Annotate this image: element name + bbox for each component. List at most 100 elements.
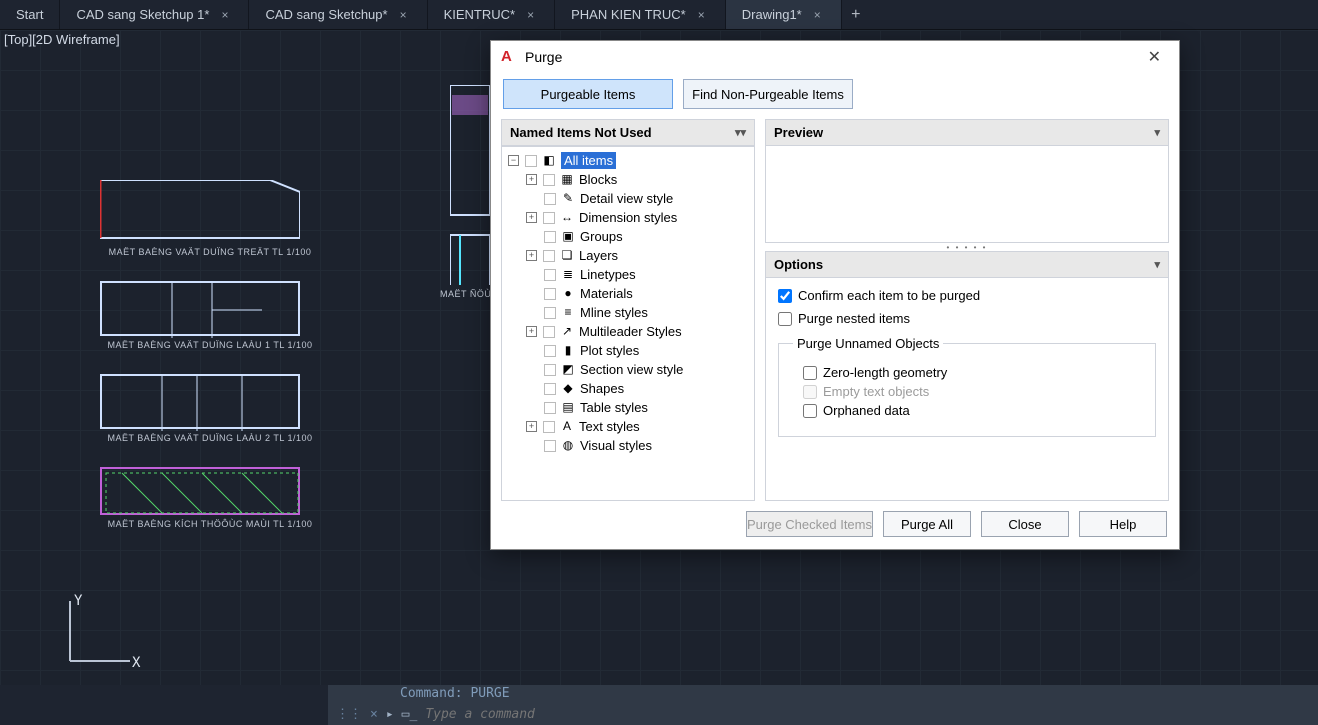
checkbox-input[interactable]: [803, 366, 817, 380]
tree-item-multileader-styles[interactable]: +↗Multileader Styles: [508, 322, 754, 341]
chevron-down-icon[interactable]: ▾: [1154, 258, 1160, 271]
tree-item-layers[interactable]: + ❏Layers: [508, 246, 754, 265]
tree-item-label: Layers: [579, 247, 618, 264]
tree-item-label: Blocks: [579, 171, 617, 188]
items-tree[interactable]: − ◧All items+▦Blocks✎Detail view style+↔D…: [502, 146, 754, 500]
tab-purgeable-items[interactable]: Purgeable Items: [503, 79, 673, 109]
close-icon[interactable]: ×: [810, 8, 825, 22]
tree-item-table-styles[interactable]: ▤Table styles: [508, 398, 754, 417]
tree-item-mline-styles[interactable]: ≡Mline styles: [508, 303, 754, 322]
tree-checkbox[interactable]: [543, 212, 555, 224]
tree-checkbox[interactable]: [544, 364, 556, 376]
tab-find-nonpurgeable[interactable]: Find Non-Purgeable Items: [683, 79, 853, 109]
floorplan-l2: MAËT BAÈNG VAÄT DUÏNG LAÀU 2 TL 1/100: [100, 374, 320, 443]
tree-item-label: Mline styles: [580, 304, 648, 321]
tree-item-dimension-styles[interactable]: +↔Dimension styles: [508, 208, 754, 227]
category-icon: ≣: [560, 267, 576, 283]
tree-checkbox[interactable]: [544, 440, 556, 452]
tree-item-blocks[interactable]: +▦Blocks: [508, 170, 754, 189]
unnamed-objects-group: Purge Unnamed Objects Zero-length geomet…: [778, 336, 1156, 437]
tree-item-all-items[interactable]: − ◧All items: [508, 151, 754, 170]
category-icon: ◧: [541, 153, 557, 169]
drawing-label: MAËT BAÈNG KÍCH THÖÔÙC MAÙI TL 1/100: [100, 519, 320, 529]
zero-geometry-checkbox[interactable]: Zero-length geometry: [803, 365, 1141, 380]
orphaned-data-checkbox[interactable]: Orphaned data: [803, 403, 1141, 418]
category-icon: ✎: [560, 191, 576, 207]
checkbox-input[interactable]: [778, 312, 792, 326]
close-icon[interactable]: ✕: [1140, 47, 1169, 67]
close-icon[interactable]: ×: [396, 8, 411, 22]
tree-item-shapes[interactable]: ◆Shapes: [508, 379, 754, 398]
tree-item-detail-view-style[interactable]: ✎Detail view style: [508, 189, 754, 208]
tab-kientruc[interactable]: KIENTRUC* ×: [428, 0, 556, 29]
tab-phankientruc[interactable]: PHAN KIEN TRUC* ×: [555, 0, 726, 29]
tree-checkbox[interactable]: [543, 250, 555, 262]
panel-title: Options: [774, 257, 823, 272]
command-bar: Command: PURGE ⋮⋮ × ▸ ▭_: [328, 685, 1318, 725]
command-input[interactable]: [425, 707, 1318, 722]
expand-icon[interactable]: +: [526, 326, 537, 337]
tree-checkbox[interactable]: [543, 421, 555, 433]
close-icon[interactable]: ×: [370, 707, 378, 722]
nested-checkbox[interactable]: Purge nested items: [778, 311, 1156, 326]
ucs-icon[interactable]: Y X: [60, 591, 130, 675]
tree-checkbox[interactable]: [544, 269, 556, 281]
tree-checkbox[interactable]: [544, 193, 556, 205]
viewport-label[interactable]: [Top][2D Wireframe]: [4, 32, 120, 47]
close-icon[interactable]: ×: [694, 8, 709, 22]
tab-start[interactable]: Start: [0, 0, 60, 29]
expand-icon[interactable]: +: [526, 212, 537, 223]
close-button[interactable]: Close: [981, 511, 1069, 537]
category-icon: ▤: [560, 400, 576, 416]
help-button[interactable]: Help: [1079, 511, 1167, 537]
tree-item-label: All items: [561, 152, 616, 169]
checkbox-label: Confirm each item to be purged: [798, 288, 980, 303]
tree-checkbox[interactable]: [544, 402, 556, 414]
chevron-down-icon[interactable]: ▾: [1154, 126, 1160, 139]
chevron-right-icon[interactable]: ▸: [386, 707, 394, 722]
tree-item-linetypes[interactable]: ≣Linetypes: [508, 265, 754, 284]
tree-item-section-view-style[interactable]: ◩Section view style: [508, 360, 754, 379]
close-icon[interactable]: ×: [523, 8, 538, 22]
expand-icon[interactable]: +: [526, 174, 537, 185]
tree-checkbox[interactable]: [525, 155, 537, 167]
tree-item-groups[interactable]: ▣Groups: [508, 227, 754, 246]
tree-checkbox[interactable]: [544, 383, 556, 395]
category-icon: ◍: [560, 438, 576, 454]
floorplan-l1: MAËT BAÈNG VAÄT DUÏNG LAÀU 1 TL 1/100: [100, 281, 320, 350]
group-label: Purge Unnamed Objects: [793, 336, 943, 351]
splitter-handle[interactable]: • • • • •: [765, 243, 1169, 251]
new-tab-button[interactable]: +: [842, 0, 870, 29]
category-icon: ▣: [560, 229, 576, 245]
collapse-icon[interactable]: −: [508, 155, 519, 166]
tree-item-plot-styles[interactable]: ▮Plot styles: [508, 341, 754, 360]
tab-label: CAD sang Sketchup 1*: [76, 7, 209, 22]
expand-icon[interactable]: +: [526, 250, 537, 261]
checkbox-input[interactable]: [778, 289, 792, 303]
tree-checkbox[interactable]: [544, 345, 556, 357]
tree-item-materials[interactable]: ●Materials: [508, 284, 754, 303]
checkbox-input[interactable]: [803, 404, 817, 418]
tree-checkbox[interactable]: [543, 174, 555, 186]
expand-icon[interactable]: ⋮⋮: [336, 707, 362, 722]
tab-cad2[interactable]: CAD sang Sketchup* ×: [249, 0, 427, 29]
preview-area: [765, 145, 1169, 243]
dialog-titlebar[interactable]: A Purge ✕: [491, 41, 1179, 73]
tree-checkbox[interactable]: [544, 307, 556, 319]
tree-checkbox[interactable]: [544, 231, 556, 243]
tab-cad1[interactable]: CAD sang Sketchup 1* ×: [60, 0, 249, 29]
tree-item-text-styles[interactable]: +AText styles: [508, 417, 754, 436]
tree-checkbox[interactable]: [543, 326, 555, 338]
tree-item-label: Section view style: [580, 361, 683, 378]
tab-drawing1[interactable]: Drawing1* ×: [726, 0, 842, 29]
category-icon: ❏: [559, 248, 575, 264]
expand-icon[interactable]: +: [526, 421, 537, 432]
tab-label: Find Non-Purgeable Items: [692, 87, 844, 102]
drawing-label: MAËT BAÈNG VAÄT DUÏNG LAÀU 1 TL 1/100: [100, 340, 320, 350]
tree-item-visual-styles[interactable]: ◍Visual styles: [508, 436, 754, 455]
purge-all-button[interactable]: Purge All: [883, 511, 971, 537]
tree-checkbox[interactable]: [544, 288, 556, 300]
collapse-icon[interactable]: ▾▾: [735, 126, 746, 139]
confirm-checkbox[interactable]: Confirm each item to be purged: [778, 288, 1156, 303]
close-icon[interactable]: ×: [217, 8, 232, 22]
